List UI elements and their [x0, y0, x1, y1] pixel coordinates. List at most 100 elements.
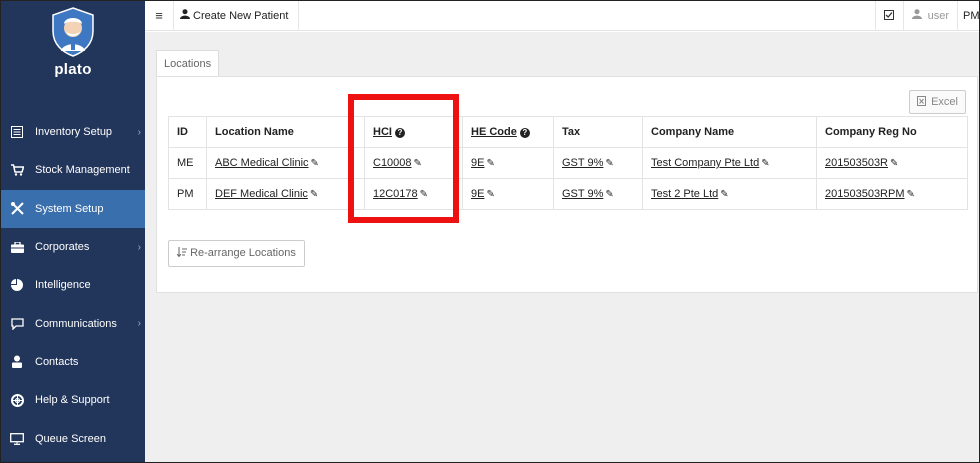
- checkbox-icon[interactable]: [874, 0, 903, 31]
- cart-icon: [10, 163, 24, 177]
- cell-id: PM: [168, 178, 207, 210]
- brand-name: plato: [54, 61, 92, 78]
- cell-company-name: Test 2 Pte Ltd ✎: [642, 178, 817, 210]
- column-header-tax: Tax: [553, 116, 643, 148]
- cell-company-reg-no: 201503503RPM ✎: [816, 178, 968, 210]
- sidebar-item-contacts[interactable]: Contacts: [1, 343, 145, 381]
- pie-chart-icon: [10, 278, 24, 292]
- chevron-right-icon: ›: [137, 318, 141, 330]
- cell-hci: C10008 ✎: [364, 147, 463, 179]
- topbar-right: user PM: [874, 0, 979, 31]
- chevron-right-icon: ›: [137, 126, 141, 138]
- monitor-icon: [10, 432, 24, 446]
- edit-icon[interactable]: ✎: [486, 158, 494, 169]
- edit-icon[interactable]: ✎: [907, 189, 915, 200]
- sidebar-item-stock-management[interactable]: Stock Management: [1, 151, 145, 189]
- edit-icon[interactable]: ✎: [414, 158, 422, 169]
- sort-icon: [176, 247, 190, 259]
- column-header-company-reg-no: Company Reg No: [816, 116, 968, 148]
- excel-export-button[interactable]: Excel: [909, 90, 966, 114]
- sidebar-item-communications[interactable]: Communications ›: [1, 304, 145, 342]
- sidebar-item-intelligence[interactable]: Intelligence: [1, 266, 145, 304]
- cell-id: ME: [168, 147, 207, 179]
- he-code-header-label: HE Code: [471, 126, 517, 138]
- sidebar-item-queue-screen[interactable]: Queue Screen: [1, 419, 145, 457]
- cell-company-name: Test Company Pte Ltd ✎: [642, 147, 817, 179]
- table-row: ME ABC Medical Clinic ✎ C10008 ✎ 9E ✎ GST 9…: [168, 147, 968, 179]
- hci-header-label: HCI: [373, 126, 392, 138]
- help-icon[interactable]: ?: [519, 128, 530, 138]
- logo[interactable]: plato: [1, 1, 145, 113]
- cell-hci: 12C0178 ✎: [364, 178, 463, 210]
- tab-locations[interactable]: Locations: [156, 50, 220, 77]
- edit-icon[interactable]: ✎: [310, 189, 318, 200]
- sidebar-item-help-support[interactable]: Help & Support: [1, 381, 145, 419]
- cell-he-code: 9E ✎: [462, 147, 554, 179]
- cell-company-reg-no: 201503503R ✎: [816, 147, 968, 179]
- column-header-he-code[interactable]: HE Code?: [462, 116, 554, 148]
- company-name-link[interactable]: Test Company Pte Ltd: [651, 157, 759, 169]
- tax-link[interactable]: GST 9%: [562, 157, 603, 169]
- edit-icon[interactable]: ✎: [486, 189, 494, 200]
- company-reg-no-link[interactable]: 201503503R: [825, 157, 888, 169]
- chevron-right-icon: ›: [137, 241, 141, 253]
- edit-icon[interactable]: ✎: [720, 189, 728, 200]
- sidebar-item-inventory-setup[interactable]: Inventory Setup ›: [1, 113, 145, 151]
- locations-table: ID Location Name HCI? HE Code? Tax Compa…: [168, 116, 968, 210]
- sidebar-nav: Inventory Setup › Stock Management Syste…: [1, 113, 145, 458]
- sidebar-item-label: System Setup: [35, 202, 104, 215]
- sidebar-item-label: Help & Support: [35, 394, 110, 407]
- edit-icon[interactable]: ✎: [890, 158, 898, 169]
- help-icon[interactable]: ?: [394, 128, 405, 138]
- chat-icon: [10, 317, 24, 331]
- cell-tax: GST 9% ✎: [553, 147, 643, 179]
- cell-location-name: ABC Medical Clinic ✎: [206, 147, 365, 179]
- cell-tax: GST 9% ✎: [553, 178, 643, 210]
- he-code-link[interactable]: 9E: [471, 188, 484, 200]
- column-header-location-name: Location Name: [206, 116, 365, 148]
- lifebuoy-icon: [10, 393, 24, 407]
- column-header-id: ID: [168, 116, 207, 148]
- user-name: user: [927, 9, 949, 22]
- rearrange-locations-button[interactable]: Re-arrange Locations: [168, 240, 305, 267]
- excel-label: Excel: [931, 96, 958, 108]
- company-name-link[interactable]: Test 2 Pte Ltd: [651, 188, 718, 200]
- clinic-code[interactable]: PM: [957, 0, 979, 31]
- sidebar-item-corporates[interactable]: Corporates ›: [1, 228, 145, 266]
- edit-icon[interactable]: ✎: [605, 158, 613, 169]
- create-new-patient-button[interactable]: Create New Patient: [174, 0, 300, 31]
- sidebar-item-label: Corporates: [35, 241, 90, 254]
- edit-icon[interactable]: ✎: [761, 158, 769, 169]
- sidebar-item-label: Intelligence: [35, 279, 91, 292]
- tax-link[interactable]: GST 9%: [562, 188, 603, 200]
- sidebar-item-label: Contacts: [35, 355, 79, 368]
- sidebar-item-label: Inventory Setup: [35, 126, 113, 139]
- user-avatar-icon: [911, 9, 922, 22]
- hci-link[interactable]: C10008: [373, 157, 412, 169]
- hci-link[interactable]: 12C0178: [373, 188, 418, 200]
- topbar: ≡ Create New Patient user PM: [145, 0, 979, 31]
- hamburger-menu-icon[interactable]: ≡: [145, 8, 173, 23]
- contacts-icon: [10, 355, 24, 369]
- briefcase-icon: [10, 240, 24, 254]
- rearrange-label: Re-arrange Locations: [190, 247, 296, 259]
- location-name-link[interactable]: ABC Medical Clinic: [215, 157, 309, 169]
- table-header-row: ID Location Name HCI? HE Code? Tax Compa…: [168, 116, 968, 148]
- he-code-link[interactable]: 9E: [471, 157, 484, 169]
- company-reg-no-link[interactable]: 201503503RPM: [825, 188, 905, 200]
- create-new-patient-label: Create New Patient: [193, 9, 289, 22]
- sidebar-item-label: Queue Screen: [35, 432, 106, 445]
- file-excel-icon: [917, 96, 929, 108]
- plato-logo-icon: [52, 7, 94, 57]
- sidebar-item-system-setup[interactable]: System Setup: [1, 189, 145, 228]
- cell-location-name: DEF Medical Clinic ✎: [206, 178, 365, 210]
- column-header-hci[interactable]: HCI?: [364, 116, 463, 148]
- edit-icon[interactable]: ✎: [605, 189, 613, 200]
- edit-icon[interactable]: ✎: [311, 158, 319, 169]
- sidebar: plato Inventory Setup › Stock Management…: [1, 1, 145, 462]
- cell-he-code: 9E ✎: [462, 178, 554, 210]
- user-menu[interactable]: user: [902, 0, 957, 31]
- column-header-company-name: Company Name: [642, 116, 817, 148]
- edit-icon[interactable]: ✎: [420, 189, 428, 200]
- location-name-link[interactable]: DEF Medical Clinic: [215, 188, 308, 200]
